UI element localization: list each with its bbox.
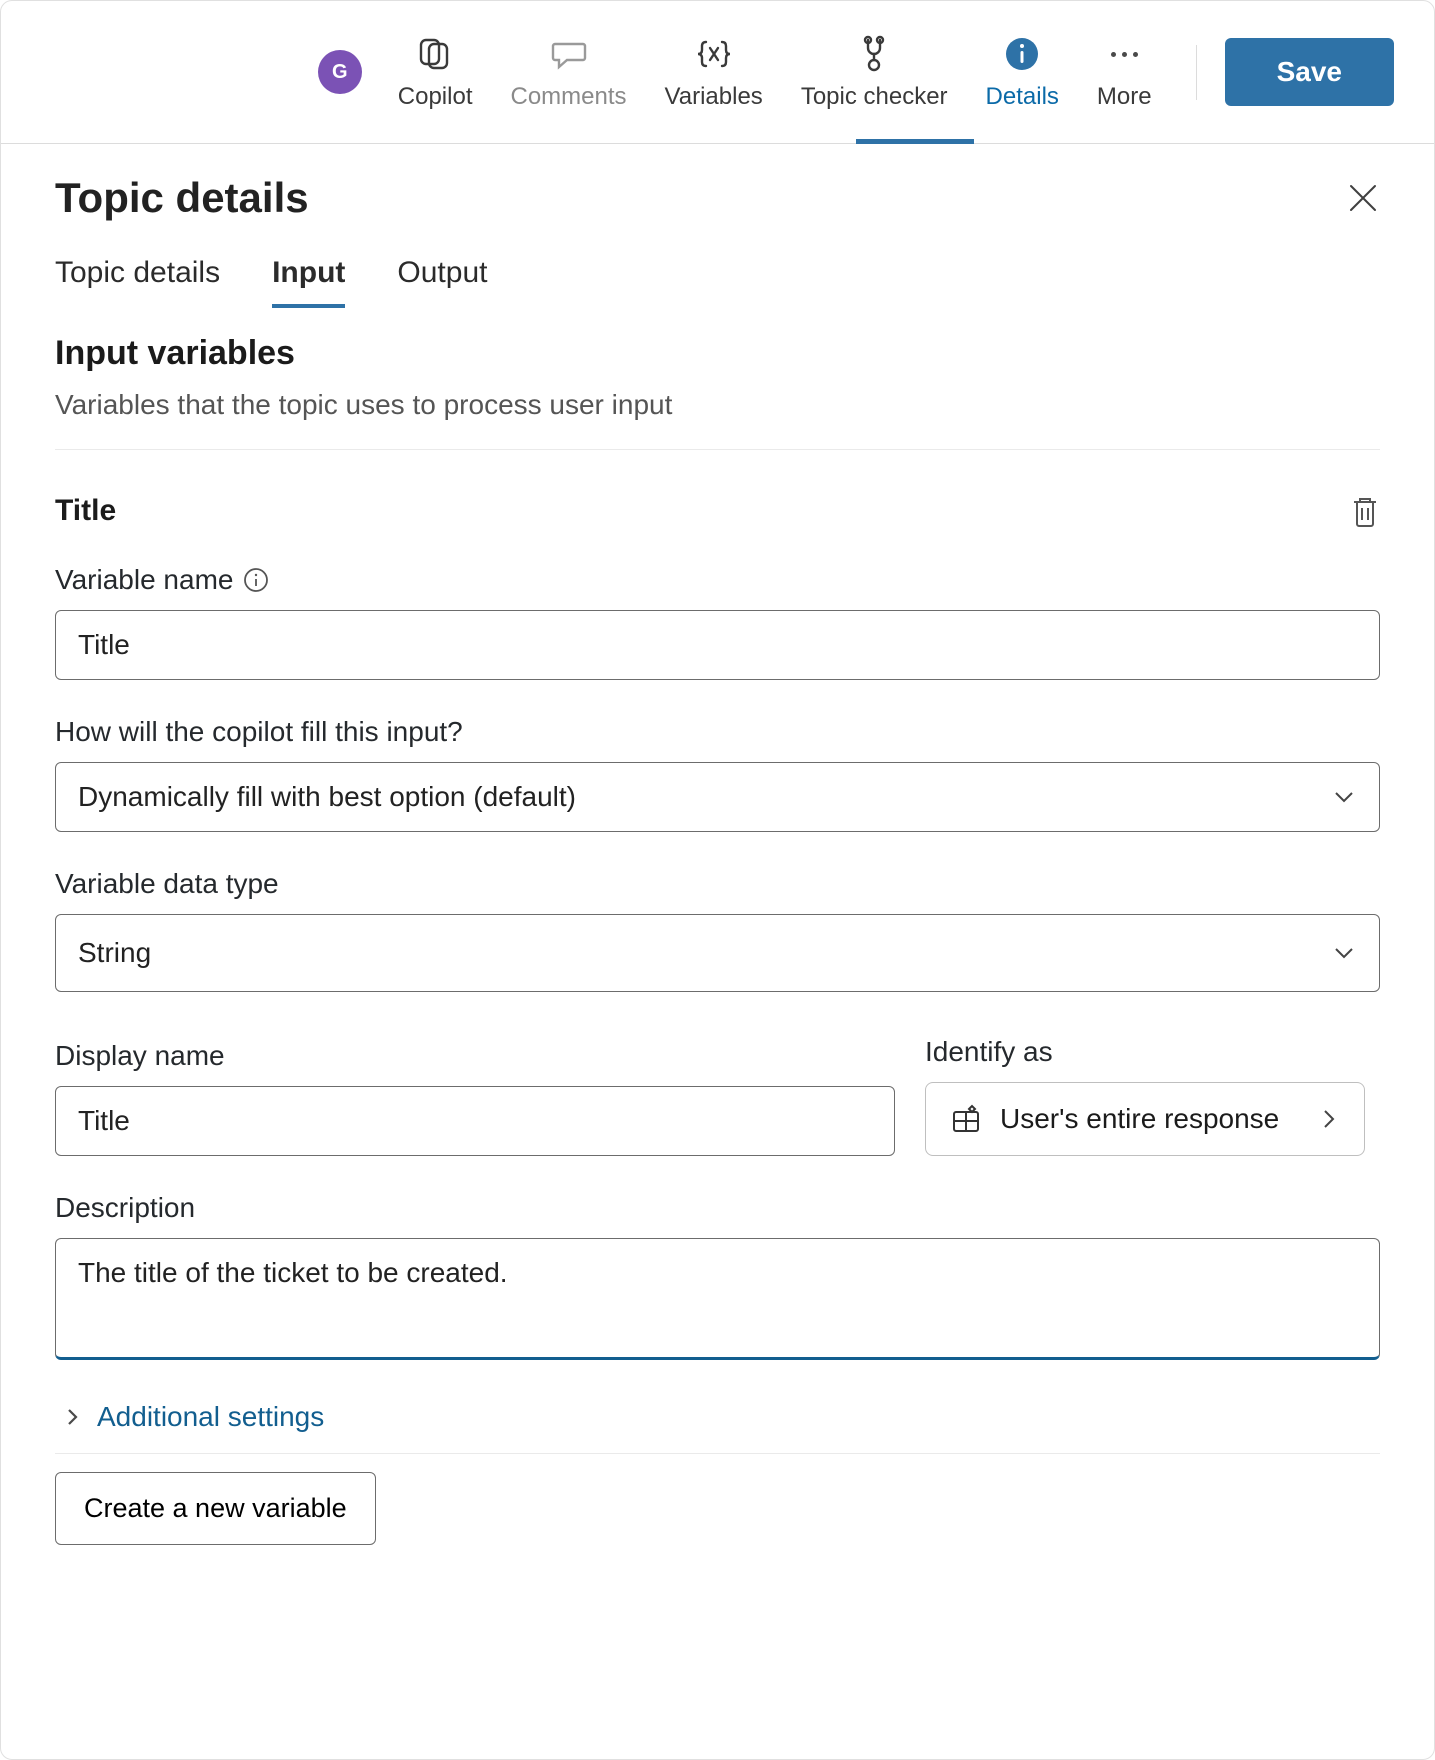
toolbar-item-label: Comments — [511, 83, 627, 111]
divider — [55, 449, 1380, 450]
create-variable-button[interactable]: Create a new variable — [55, 1472, 376, 1545]
display-name-field[interactable] — [55, 1086, 895, 1156]
description-field[interactable] — [55, 1238, 1380, 1360]
chevron-right-icon — [1318, 1108, 1340, 1130]
variable-title: Title — [55, 494, 116, 528]
additional-settings-label: Additional settings — [97, 1401, 324, 1433]
toolbar-item-label: More — [1097, 83, 1152, 111]
data-type-value: String — [78, 937, 151, 969]
panel-tabs: Topic details Input Output — [55, 256, 1380, 306]
topic-details-panel: Topic details Topic details Input Output… — [1, 144, 1434, 1585]
toolbar-item-label: Copilot — [398, 83, 473, 111]
chevron-down-icon — [1331, 784, 1357, 810]
chevron-right-icon — [63, 1407, 83, 1427]
save-button[interactable]: Save — [1225, 38, 1394, 106]
variable-name-field[interactable] — [55, 610, 1380, 680]
section-subheading: Variables that the topic uses to process… — [55, 389, 1380, 421]
variables-icon — [693, 33, 735, 75]
info-icon[interactable] — [243, 567, 269, 593]
additional-settings-toggle[interactable]: Additional settings — [55, 1401, 1380, 1433]
variable-header: Title — [55, 494, 1380, 528]
top-toolbar: G Copilot Comments — [1, 1, 1434, 144]
data-type-label: Variable data type — [55, 868, 1380, 900]
toolbar-divider — [1196, 45, 1197, 100]
delete-icon[interactable] — [1350, 494, 1380, 528]
toolbar-item-variables[interactable]: Variables — [649, 22, 779, 122]
toolbar-item-label: Details — [986, 83, 1059, 111]
chevron-down-icon — [1331, 940, 1357, 966]
avatar-letter: G — [332, 61, 348, 84]
fill-mode-select[interactable]: Dynamically fill with best option (defau… — [55, 762, 1380, 832]
divider — [55, 1453, 1380, 1454]
toolbar-item-copilot[interactable]: Copilot — [382, 22, 489, 122]
display-name-label: Display name — [55, 1040, 895, 1072]
data-type-select[interactable]: String — [55, 914, 1380, 992]
comments-icon — [548, 33, 590, 75]
toolbar-active-underline — [856, 139, 974, 144]
tab-output[interactable]: Output — [397, 256, 487, 306]
tab-topic-details[interactable]: Topic details — [55, 256, 220, 306]
identify-as-value: User's entire response — [1000, 1103, 1279, 1135]
identify-as-select[interactable]: User's entire response — [925, 1082, 1365, 1156]
tab-input[interactable]: Input — [272, 256, 345, 306]
toolbar-item-label: Variables — [665, 83, 763, 111]
toolbar-item-topic-checker[interactable]: Topic checker — [785, 22, 964, 122]
description-label: Description — [55, 1192, 1380, 1224]
section-heading: Input variables — [55, 334, 1380, 373]
display-identify-row: Display name Identify as User's entire r… — [55, 1000, 1380, 1156]
details-icon — [1001, 33, 1043, 75]
display-name-col: Display name — [55, 1004, 895, 1156]
entity-icon — [950, 1103, 982, 1135]
more-icon — [1103, 33, 1145, 75]
fill-label: How will the copilot fill this input? — [55, 716, 1380, 748]
toolbar-item-more[interactable]: More — [1081, 22, 1168, 122]
close-icon[interactable] — [1346, 181, 1380, 215]
panel-title: Topic details — [55, 174, 309, 222]
identify-as-label: Identify as — [925, 1036, 1365, 1068]
variable-name-label: Variable name — [55, 564, 1380, 596]
copilot-icon — [414, 33, 456, 75]
toolbar-item-label: Topic checker — [801, 83, 948, 111]
app-frame: G Copilot Comments — [0, 0, 1435, 1760]
toolbar-item-details[interactable]: Details — [970, 22, 1075, 122]
panel-header: Topic details — [55, 174, 1380, 222]
topic-checker-icon — [853, 33, 895, 75]
identify-as-col: Identify as User's entire response — [925, 1000, 1365, 1156]
toolbar-item-comments[interactable]: Comments — [495, 22, 643, 122]
fill-mode-value: Dynamically fill with best option (defau… — [78, 781, 576, 813]
user-avatar[interactable]: G — [318, 50, 362, 94]
